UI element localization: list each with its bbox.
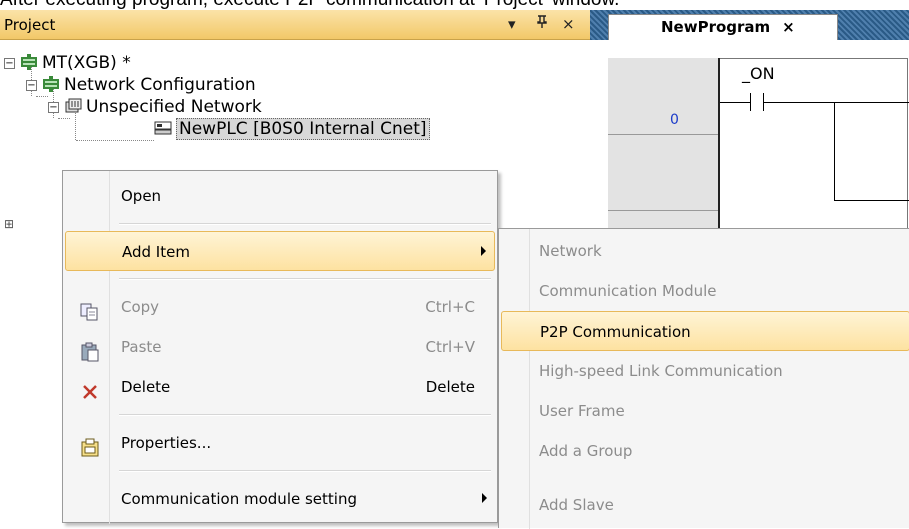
- menu-item-add-item[interactable]: Add Item: [65, 231, 495, 271]
- project-panel-title: Project: [4, 16, 56, 34]
- properties-icon: [79, 433, 101, 457]
- menu-item-properties[interactable]: Properties...: [65, 423, 495, 463]
- project-panel-header: Project ▾ ×: [0, 10, 590, 40]
- submenu-item-add-slave[interactable]: Add Slave: [501, 485, 909, 525]
- submenu-item-add-group[interactable]: Add a Group: [501, 431, 909, 471]
- submenu-item-communication-module[interactable]: Communication Module: [501, 271, 909, 311]
- submenu-arrow-icon: [482, 493, 487, 503]
- menu-item-open[interactable]: Open: [65, 176, 495, 216]
- close-panel-icon[interactable]: ×: [562, 15, 575, 33]
- network-icon: [64, 98, 82, 114]
- copy-icon: [79, 297, 101, 321]
- tree-item-label: Unspecified Network: [86, 97, 262, 117]
- tree-expand-collapsed[interactable]: ⊞: [4, 217, 14, 231]
- menu-item-delete[interactable]: Delete Delete: [65, 367, 495, 407]
- tree-collapse-network-config[interactable]: −: [26, 80, 37, 91]
- tab-label: NewProgram: [661, 18, 771, 36]
- tree-item-label: Network Configuration: [64, 75, 256, 95]
- submenu-item-user-frame[interactable]: User Frame: [501, 391, 909, 431]
- rung-number: 0: [670, 112, 679, 128]
- menu-item-communication-module-setting[interactable]: Communication module setting: [65, 479, 495, 519]
- tab-close-icon[interactable]: ×: [782, 18, 795, 36]
- submenu-arrow-icon: [481, 246, 486, 256]
- network-config-icon: [42, 76, 60, 92]
- tree-item-unspecified-network[interactable]: Unspecified Network: [64, 96, 262, 118]
- submenu-item-high-speed-link[interactable]: High-speed Link Communication: [501, 351, 909, 391]
- tree-item-label: NewPLC [B0S0 Internal Cnet]: [176, 118, 430, 140]
- delete-icon: [79, 377, 101, 399]
- contact-symbol-left: [750, 93, 751, 111]
- tree-item-newplc[interactable]: NewPLC [B0S0 Internal Cnet]: [154, 118, 430, 140]
- tree-item-network-configuration[interactable]: Network Configuration: [42, 74, 256, 96]
- pin-icon[interactable]: [536, 15, 548, 33]
- paste-icon: [79, 337, 101, 362]
- context-menu: Open Add Item Copy Ctrl+C Paste Ctrl+V D…: [62, 170, 498, 524]
- project-icon: [20, 54, 38, 70]
- tree-collapse-unspecified-network[interactable]: −: [48, 102, 59, 113]
- tree-collapse-root[interactable]: −: [4, 58, 15, 69]
- dropdown-icon[interactable]: ▾: [508, 15, 516, 33]
- submenu-item-p2p-communication[interactable]: P2P Communication: [501, 311, 909, 351]
- caption-text: After executing program, execute P2P com…: [0, 0, 909, 10]
- add-item-submenu: Network Communication Module P2P Communi…: [498, 228, 909, 529]
- menu-item-copy[interactable]: Copy Ctrl+C: [65, 287, 495, 327]
- tab-newprogram[interactable]: NewProgram ×: [608, 14, 838, 40]
- contact-label: _ON: [742, 64, 775, 83]
- plc-icon: [154, 120, 172, 136]
- tree-item-label: MT(XGB) *: [42, 53, 131, 73]
- submenu-item-network[interactable]: Network: [501, 231, 909, 271]
- menu-item-paste[interactable]: Paste Ctrl+V: [65, 327, 495, 367]
- tree-item-project[interactable]: MT(XGB) *: [20, 52, 131, 74]
